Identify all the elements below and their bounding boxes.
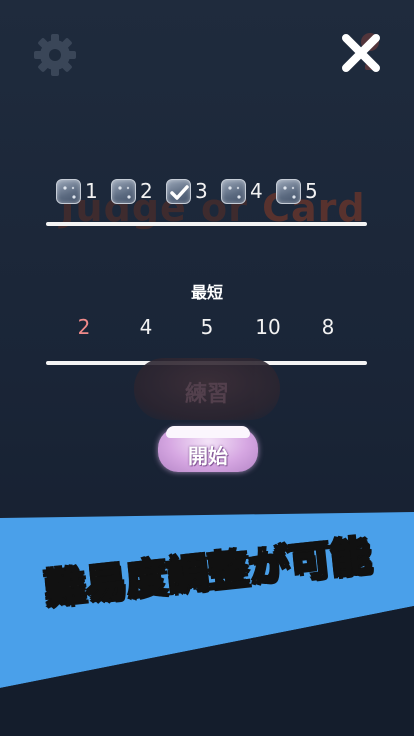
promo-banner	[0, 512, 414, 736]
